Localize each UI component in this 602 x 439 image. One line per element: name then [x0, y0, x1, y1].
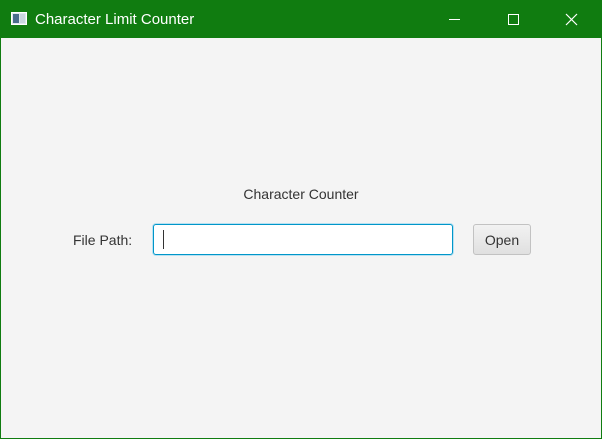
page-heading: Character Counter	[243, 186, 359, 202]
app-icon	[11, 12, 27, 25]
minimize-icon	[449, 19, 460, 20]
file-path-input[interactable]	[153, 224, 453, 255]
minimize-button[interactable]	[426, 1, 484, 38]
maximize-button[interactable]	[484, 1, 542, 38]
title-bar[interactable]: Character Limit Counter	[1, 1, 601, 38]
close-button[interactable]	[542, 1, 600, 38]
window-title: Character Limit Counter	[35, 11, 195, 28]
close-icon	[565, 13, 578, 26]
open-button[interactable]: Open	[473, 224, 531, 255]
main-content: Character Counter File Path: Open	[1, 38, 601, 438]
maximize-icon	[508, 14, 519, 25]
text-caret	[163, 230, 164, 249]
app-window: Character Limit Counter Character Counte…	[0, 0, 602, 439]
file-path-label: File Path:	[73, 232, 133, 248]
